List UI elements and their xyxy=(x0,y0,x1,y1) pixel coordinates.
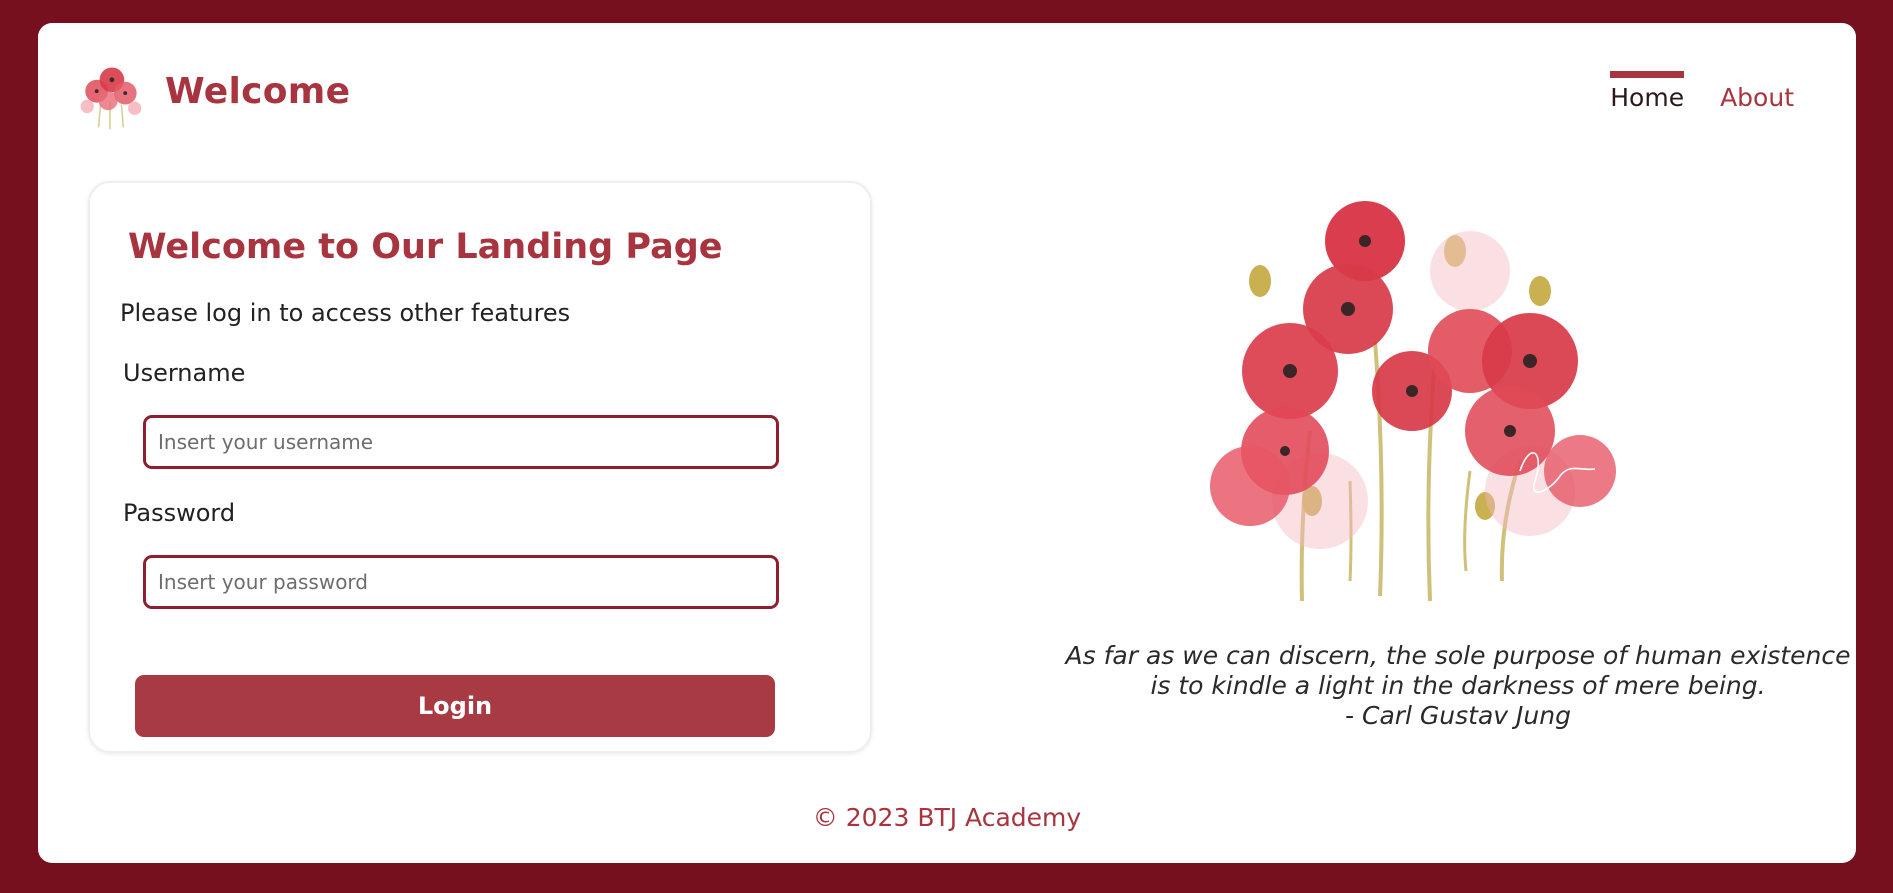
brand-title: Welcome xyxy=(165,71,351,112)
footer-copyright: © 2023 BTJ Academy xyxy=(812,803,1082,832)
page-card: Welcome Home About Welcome to Our Landin… xyxy=(38,23,1856,863)
poppy-logo-icon xyxy=(80,67,142,130)
password-input[interactable] xyxy=(143,555,779,609)
quote-block: As far as we can discern, the sole purpo… xyxy=(1018,641,1893,731)
login-title: Welcome to Our Landing Page xyxy=(128,227,723,267)
nav-home-link[interactable]: Home xyxy=(1610,71,1684,112)
username-label: Username xyxy=(123,359,246,387)
username-input[interactable] xyxy=(143,415,779,469)
quote-author: - Carl Gustav Jung xyxy=(1345,701,1571,730)
poppy-bouquet-illustration xyxy=(1210,201,1616,602)
quote-line: is to kindle a light in the darkness of … xyxy=(1150,671,1766,700)
header: Welcome Home About xyxy=(38,23,1856,173)
quote-line: As far as we can discern, the sole purpo… xyxy=(1065,641,1851,670)
login-subtitle: Please log in to access other features xyxy=(120,299,571,327)
main-nav: Home About xyxy=(1610,71,1794,112)
login-form-card: Welcome to Our Landing Page Please log i… xyxy=(88,181,872,753)
nav-about-link[interactable]: About xyxy=(1720,71,1794,112)
password-label: Password xyxy=(123,499,236,527)
login-button[interactable]: Login xyxy=(135,675,775,737)
